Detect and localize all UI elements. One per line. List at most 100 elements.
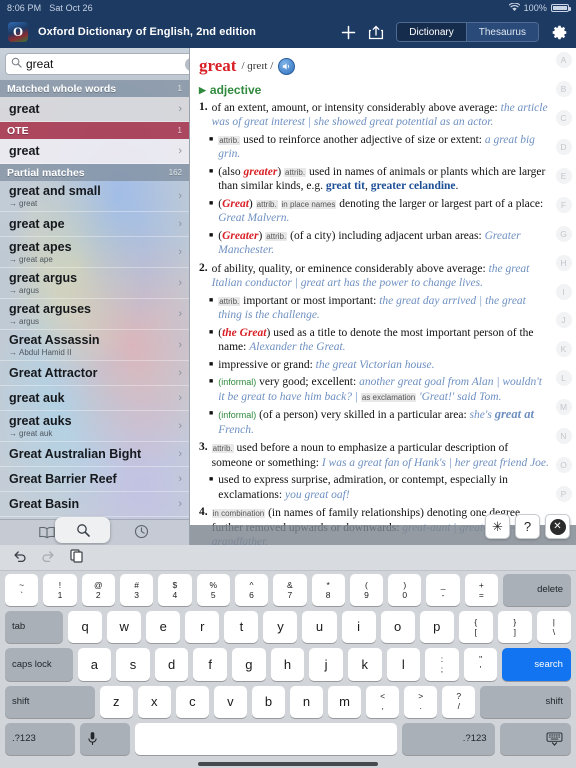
key-f[interactable]: f <box>193 648 228 681</box>
key-`[interactable]: ~ ` <box>5 574 39 607</box>
mode-segmented-control[interactable]: Dictionary Thesaurus <box>396 22 539 42</box>
alpha-index-letter[interactable]: F <box>555 196 572 213</box>
numeric-key-left[interactable]: .?123 <box>5 722 76 756</box>
list-item[interactable]: great › <box>0 139 189 164</box>
tab-dictionary[interactable]: Dictionary <box>397 23 466 41</box>
key-7[interactable]: & 7 <box>273 574 307 607</box>
key-quote[interactable]: " ' <box>463 648 498 681</box>
key-b[interactable]: b <box>251 685 285 718</box>
alpha-index-letter[interactable]: A <box>555 52 572 68</box>
list-item[interactable]: Great Basin › <box>0 492 189 517</box>
share-icon[interactable] <box>368 25 384 40</box>
hide-keyboard-icon[interactable] <box>499 722 571 756</box>
key-h[interactable]: h <box>270 648 305 681</box>
list-item[interactable]: great ape › <box>0 212 189 237</box>
alpha-index-letter[interactable]: M <box>555 399 572 416</box>
alpha-index-letter[interactable]: L <box>555 370 572 387</box>
key-1[interactable]: ! 1 <box>43 574 77 607</box>
key-j[interactable]: j <box>309 648 343 681</box>
key-y[interactable]: y <box>263 611 298 644</box>
key-o[interactable]: o <box>380 611 415 644</box>
key-semicolon[interactable]: :; <box>425 648 459 681</box>
part-of-speech-adjective[interactable]: ▶ adjective <box>199 83 550 97</box>
search-box[interactable]: ✕ <box>5 53 189 75</box>
key-4[interactable]: $4 <box>158 574 192 607</box>
tab-thesaurus[interactable]: Thesaurus <box>465 23 538 41</box>
caps-lock-key[interactable]: caps lock <box>5 648 73 681</box>
close-circle-icon[interactable]: ✕ <box>545 514 570 539</box>
tab-key[interactable]: tab <box>5 611 64 644</box>
shift-key-right[interactable]: shift <box>480 685 571 718</box>
delete-key[interactable]: delete <box>503 574 572 607</box>
key-comma[interactable]: <, <box>366 685 400 718</box>
list-item[interactable]: great › <box>0 97 189 122</box>
speaker-icon[interactable] <box>278 57 296 75</box>
key-z[interactable]: z <box>99 685 133 718</box>
key-v[interactable]: v <box>213 685 247 718</box>
key-t[interactable]: t <box>224 611 259 644</box>
alpha-index-letter[interactable]: H <box>555 254 572 271</box>
alpha-index-letter[interactable]: I <box>555 283 572 300</box>
key-bracket-right[interactable]: }] <box>497 611 532 644</box>
help-question-icon[interactable]: ? <box>515 514 540 539</box>
list-item[interactable]: Great Assassin → Abdul Hamid II › <box>0 330 189 361</box>
key-w[interactable]: w <box>107 611 142 644</box>
key--[interactable]: _ - <box>426 574 460 607</box>
microphone-icon[interactable] <box>80 722 130 756</box>
list-item[interactable]: great auks → great auk › <box>0 411 189 442</box>
list-item[interactable]: Great Attractor › <box>0 361 189 386</box>
numeric-key-right[interactable]: .?123 <box>401 722 495 756</box>
key-g[interactable]: g <box>232 648 266 681</box>
results-list[interactable]: Matched whole words 1 great › OTE 1 great › Part… <box>0 80 189 519</box>
alpha-index-letter[interactable]: J <box>555 312 572 329</box>
shift-key-left[interactable]: shift <box>5 685 95 718</box>
cross-reference-link[interactable]: great tit <box>326 180 365 192</box>
key-c[interactable]: c <box>175 685 209 718</box>
key-k[interactable]: k <box>347 648 382 681</box>
search-input[interactable] <box>26 57 181 71</box>
key-u[interactable]: u <box>302 611 337 644</box>
key-d[interactable]: d <box>154 648 189 681</box>
key-=[interactable]: + = <box>464 574 499 607</box>
search-key[interactable]: search <box>502 648 571 681</box>
key-5[interactable]: % 5 <box>196 574 230 607</box>
key-9[interactable]: (9 <box>349 574 384 607</box>
plus-icon[interactable] <box>341 25 356 40</box>
key-i[interactable]: i <box>341 611 376 644</box>
list-item[interactable]: Great Barrier Reef › <box>0 467 189 492</box>
disclosure-triangle-icon[interactable]: ▶ <box>199 85 206 96</box>
key-slash[interactable]: ? / <box>442 685 476 718</box>
space-key[interactable] <box>134 722 397 756</box>
alpha-index-letter[interactable]: C <box>555 109 572 126</box>
definition-pane[interactable]: ABCDEFGHIJKLMNOPQ great / ɡreɪt / ▶ adje… <box>190 48 576 545</box>
alpha-index-letter[interactable]: D <box>555 138 572 155</box>
key-a[interactable]: a <box>77 648 112 681</box>
list-item[interactable]: great auk › <box>0 386 189 411</box>
list-item[interactable]: great argus → argus › <box>0 268 189 299</box>
paste-icon[interactable] <box>70 548 84 567</box>
alpha-index-letter[interactable]: B <box>555 80 572 97</box>
key-e[interactable]: e <box>146 611 181 644</box>
list-item[interactable]: great arguses → argus › <box>0 299 189 330</box>
undo-icon[interactable] <box>12 549 27 566</box>
list-item[interactable]: Great Australian Bight › <box>0 442 189 467</box>
key-2[interactable]: @2 <box>81 574 115 607</box>
redo-icon[interactable] <box>41 549 56 566</box>
gear-icon[interactable] <box>551 24 568 41</box>
key-q[interactable]: q <box>68 611 103 644</box>
key-s[interactable]: s <box>116 648 150 681</box>
alpha-index-letter[interactable]: P <box>555 486 572 503</box>
alpha-index-letter[interactable]: N <box>555 428 572 445</box>
alpha-index-letter[interactable]: K <box>555 341 572 358</box>
list-item[interactable]: great and small → great › <box>0 181 189 212</box>
key-m[interactable]: m <box>328 685 362 718</box>
key-p[interactable]: p <box>419 611 454 644</box>
key-period[interactable]: >. <box>404 685 438 718</box>
asterisk-icon[interactable]: ✳ <box>485 514 510 539</box>
list-item[interactable]: great apes → great ape › <box>0 237 189 268</box>
key-0[interactable]: ) 0 <box>388 574 422 607</box>
key-bracket-left[interactable]: {[ <box>458 611 493 644</box>
key-8[interactable]: * 8 <box>311 574 345 607</box>
alpha-index-letter[interactable]: O <box>555 457 572 474</box>
key-r[interactable]: r <box>185 611 220 644</box>
